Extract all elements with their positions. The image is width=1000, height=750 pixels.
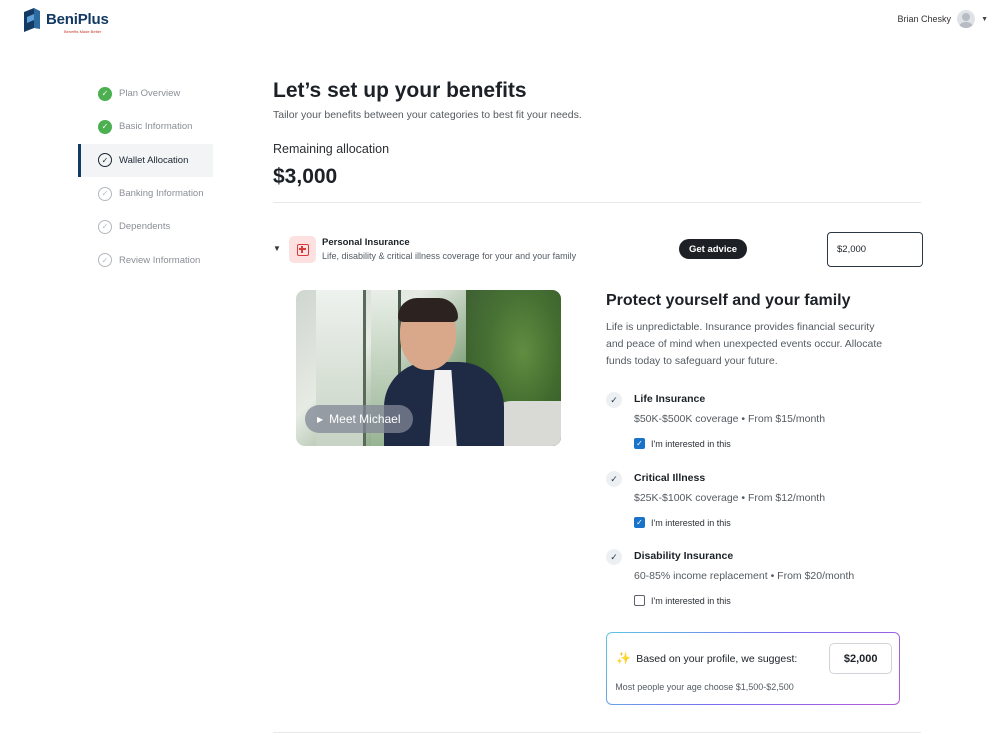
video-label: Meet Michael [329, 412, 401, 426]
sidebar-step-review-information[interactable]: ✓ Review Information [78, 243, 213, 276]
check-circle-icon: ✓ [98, 86, 112, 101]
logo-icon [24, 8, 40, 32]
remaining-allocation-label: Remaining allocation [273, 142, 390, 156]
step-label: Banking Information [119, 188, 204, 200]
interest-label: I'm interested in this [651, 595, 731, 606]
step-label: Basic Information [119, 121, 193, 133]
page-title: Let’s set up your benefits [273, 79, 527, 102]
benefit-name: Disability Insurance [634, 550, 734, 562]
progress-sidebar: ✓ Plan Overview ✓ Basic Information ✓ Wa… [78, 77, 213, 277]
sidebar-step-wallet-allocation[interactable]: ✓ Wallet Allocation [78, 143, 213, 177]
suggestion-text: Based on your profile, we suggest: [636, 653, 798, 666]
chevron-down-icon[interactable]: ▼ [981, 16, 988, 23]
info-title: Protect yourself and your family [606, 292, 851, 309]
play-icon: ▶ [317, 414, 324, 424]
checkbox-unchecked-icon[interactable] [634, 595, 645, 606]
check-icon: ✓ [606, 549, 622, 565]
get-advice-button[interactable]: Get advice [679, 239, 748, 259]
user-menu[interactable]: Brian Chesky ▼ [898, 10, 988, 28]
check-circle-outline-icon: ✓ [98, 153, 112, 168]
collapse-caret-icon[interactable]: ▼ [273, 244, 281, 253]
sidebar-step-plan-overview[interactable]: ✓ Plan Overview [78, 77, 213, 110]
interest-label: I'm interested in this [651, 438, 731, 449]
sidebar-step-banking-information[interactable]: ✓ Banking Information [78, 177, 213, 210]
interest-checkbox[interactable]: ✓ I'm interested in this [634, 517, 731, 528]
step-label: Dependents [119, 221, 171, 233]
category-info: Protect yourself and your family Life is… [606, 292, 906, 606]
benefit-name: Critical Illness [634, 472, 706, 484]
divider [273, 202, 921, 203]
check-icon: ✓ [606, 392, 622, 408]
category-description: Life, disability & critical illness cove… [322, 251, 577, 261]
sidebar-step-basic-information[interactable]: ✓ Basic Information [78, 110, 213, 143]
info-text: Life is unpredictable. Insurance provide… [606, 321, 883, 367]
benefit-desc: $50K-$500K coverage • From $15/month [634, 413, 826, 425]
suggested-amount-button[interactable]: $2,000 [829, 643, 893, 675]
check-circle-outline-icon: ✓ [98, 186, 112, 201]
check-circle-outline-icon: ✓ [98, 219, 112, 234]
user-name: Brian Chesky [897, 14, 952, 24]
check-circle-outline-icon: ✓ [98, 253, 112, 268]
sparkle-icon: ✨ [616, 651, 632, 666]
remaining-allocation-value: $3,000 [273, 165, 338, 188]
play-video-button[interactable]: ▶ Meet Michael [305, 405, 413, 433]
check-circle-icon: ✓ [98, 119, 112, 134]
brand-tagline: Benefits Made Better [64, 29, 102, 34]
step-label: Wallet Allocation [119, 154, 189, 166]
sidebar-step-dependents[interactable]: ✓ Dependents [78, 210, 213, 243]
page-subtitle: Tailor your benefits between your catego… [273, 109, 582, 121]
category-amount-input[interactable] [827, 232, 923, 267]
interest-label: I'm interested in this [651, 517, 731, 528]
video-thumbnail[interactable]: ▶ Meet Michael [296, 290, 561, 446]
brand-name: BeniPlus [46, 11, 109, 28]
benefit-desc: $25K-$100K coverage • From $12/month [634, 492, 826, 504]
interest-checkbox[interactable]: ✓ I'm interested in this [634, 438, 731, 449]
main-content: Let’s set up your benefits Tailor your b… [273, 78, 923, 267]
brand-logo[interactable]: BeniPlus Benefits Made Better [24, 8, 109, 35]
suggestion-note: Most people your age choose $1,500-$2,50… [615, 682, 794, 693]
step-label: Plan Overview [119, 88, 181, 100]
interest-checkbox[interactable]: I'm interested in this [634, 595, 731, 606]
medical-cross-icon [289, 236, 316, 263]
avatar[interactable] [957, 10, 976, 28]
check-icon: ✓ [606, 471, 622, 487]
checkbox-checked-icon[interactable]: ✓ [634, 517, 645, 528]
benefit-name: Life Insurance [634, 393, 706, 405]
suggestion-card: ✨ Based on your profile, we suggest: $2,… [606, 632, 900, 705]
step-label: Review Information [119, 254, 201, 266]
benefit-desc: 60-85% income replacement • From $20/mon… [634, 570, 855, 582]
checkbox-checked-icon[interactable]: ✓ [634, 438, 645, 449]
divider [273, 732, 921, 733]
category-name: Personal Insurance [322, 237, 410, 248]
category-row-personal-insurance: ▼ Personal Insurance Life, disability & … [273, 232, 923, 268]
